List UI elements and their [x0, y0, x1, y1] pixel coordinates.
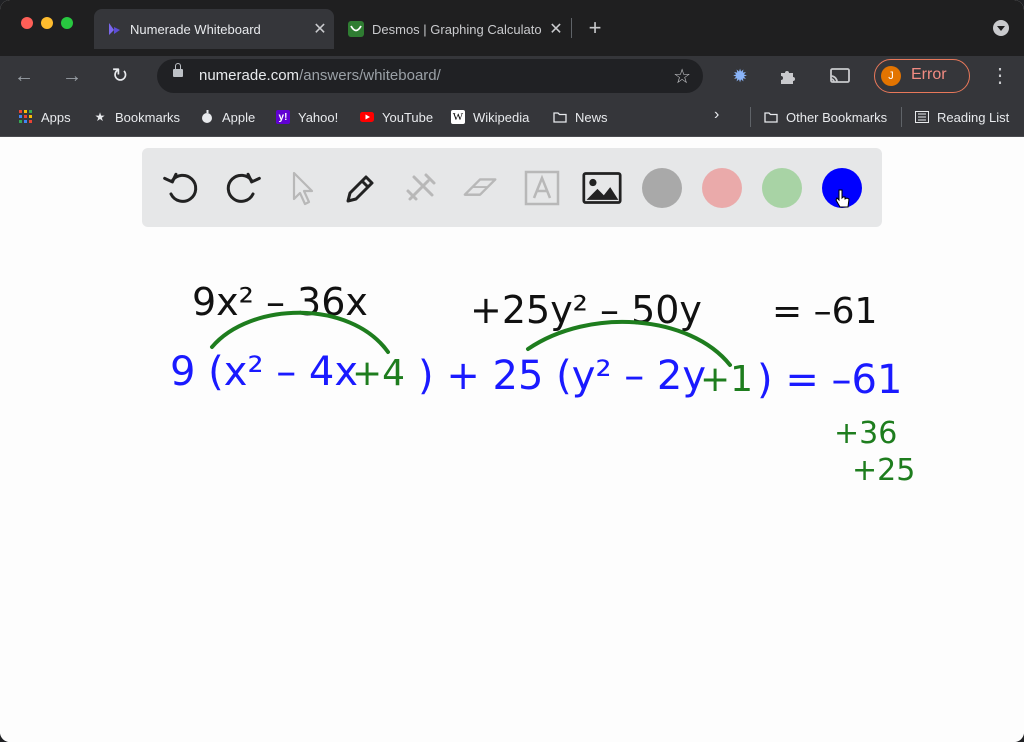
divider	[750, 107, 751, 127]
pointer-tool-button[interactable]	[282, 168, 322, 208]
reading-list-button[interactable]: Reading List	[915, 108, 1009, 126]
pointer-icon	[292, 171, 314, 206]
bookmark-yahoo[interactable]: y! Yahoo!	[276, 108, 338, 126]
tab-divider	[571, 18, 572, 38]
bookmark-star-icon[interactable]: ☆	[673, 64, 691, 89]
image-icon	[582, 172, 622, 204]
bookmark-youtube[interactable]: YouTube	[360, 108, 433, 126]
lock-icon	[173, 63, 183, 77]
cast-icon[interactable]	[826, 62, 854, 90]
extension-icon[interactable]: ✹	[726, 62, 754, 90]
bookmark-news[interactable]: News	[553, 108, 608, 126]
ink-blue-expression-a: 9 (x² – 4x	[170, 349, 358, 395]
tab-numerade-whiteboard[interactable]: Numerade Whiteboard ✕	[94, 9, 334, 49]
avatar: J	[881, 66, 901, 86]
chevron-right-icon[interactable]: ›	[714, 106, 719, 124]
whiteboard-page: 9x² – 36x +25y² – 50y = –61 9 (x² – 4x +…	[0, 137, 1024, 742]
image-tool-button[interactable]	[582, 168, 622, 208]
color-swatch-pink[interactable]	[702, 168, 742, 208]
tab-title: Numerade Whiteboard	[130, 21, 261, 37]
new-tab-button[interactable]: +	[584, 14, 606, 42]
redo-button[interactable]	[222, 168, 262, 208]
folder-icon	[553, 110, 567, 124]
browser-toolbar: ← → ↻ numerade.com/answers/whiteboard/ ☆…	[0, 56, 1024, 96]
youtube-icon	[360, 110, 374, 124]
tab-search-button[interactable]	[993, 20, 1009, 36]
wikipedia-icon: W	[451, 110, 465, 124]
numerade-logo-icon	[109, 23, 120, 35]
back-button[interactable]: ←	[8, 60, 40, 92]
ink-black-expression-right: = –61	[772, 291, 877, 332]
tools-icon	[406, 173, 436, 201]
folder-icon	[764, 110, 778, 124]
text-icon	[524, 170, 560, 206]
bookmark-apps[interactable]: Apps	[19, 108, 71, 126]
text-tool-button[interactable]	[522, 168, 562, 208]
undo-icon	[163, 172, 198, 203]
profile-status: Error	[911, 66, 947, 83]
url-text: numerade.com/answers/whiteboard/	[199, 67, 441, 84]
apps-grid-icon	[19, 110, 33, 124]
bookmark-other-bookmarks[interactable]: Other Bookmarks	[764, 108, 887, 126]
pen-icon	[346, 175, 374, 203]
pen-tool-button[interactable]	[341, 168, 381, 208]
tab-desmos[interactable]: Desmos | Graphing Calculato ✕	[334, 9, 570, 49]
maximize-window-button[interactable]	[61, 17, 73, 29]
bookmark-label: Wikipedia	[473, 109, 530, 125]
close-window-button[interactable]	[21, 17, 33, 29]
bookmark-apple[interactable]: Apple	[200, 108, 255, 126]
bookmark-label: Other Bookmarks	[786, 109, 888, 125]
ink-green-note-plus-25: +25	[852, 453, 915, 488]
redo-icon	[226, 172, 261, 203]
bookmark-label: YouTube	[382, 109, 434, 125]
eraser-tool-button[interactable]	[461, 168, 501, 208]
extensions-puzzle-icon[interactable]	[774, 62, 802, 90]
forward-button[interactable]: →	[56, 60, 88, 92]
color-swatch-green[interactable]	[762, 168, 802, 208]
desmos-logo-icon	[348, 21, 364, 37]
close-tab-icon[interactable]: ✕	[306, 19, 334, 39]
ink-blue-expression-e: ) = –61	[757, 357, 902, 403]
reading-list-icon	[915, 110, 929, 124]
bookmark-wikipedia[interactable]: W Wikipedia	[451, 108, 529, 126]
star-icon: ★	[94, 110, 106, 124]
bookmark-label: Bookmarks	[115, 109, 181, 125]
ink-green-plus-1: +1	[700, 359, 753, 400]
browser-window: Numerade Whiteboard ✕ Desmos | Graphing …	[0, 0, 1024, 742]
ink-green-plus-4: +4	[352, 353, 405, 394]
ink-blue-expression-c: ) + 25 (y² – 2y	[418, 353, 706, 399]
minimize-window-button[interactable]	[41, 17, 53, 29]
eraser-icon	[463, 178, 497, 196]
address-bar[interactable]: numerade.com/answers/whiteboard/ ☆	[157, 59, 703, 93]
bookmark-label: News	[575, 109, 608, 125]
bookmarks-bar: Apps ★ Bookmarks Apple y! Yahoo! YouTube…	[0, 96, 1024, 137]
whiteboard-toolbar	[142, 148, 882, 227]
tab-strip: Numerade Whiteboard ✕ Desmos | Graphing …	[0, 0, 1024, 56]
yahoo-icon: y!	[276, 110, 290, 124]
bookmark-bookmarks[interactable]: ★ Bookmarks	[93, 108, 180, 126]
color-swatch-gray[interactable]	[642, 168, 682, 208]
ink-green-note-plus-36: +36	[834, 416, 897, 451]
more-menu-icon[interactable]: ⋮	[990, 64, 1010, 88]
bookmark-label: Apps	[41, 109, 71, 125]
divider	[901, 107, 902, 127]
reload-button[interactable]: ↻	[104, 60, 136, 92]
bookmark-label: Yahoo!	[298, 109, 339, 125]
close-tab-icon[interactable]: ✕	[542, 19, 570, 39]
hand-cursor-icon	[835, 189, 850, 208]
bookmark-label: Apple	[222, 109, 256, 125]
tab-title: Desmos | Graphing Calculato	[372, 21, 542, 37]
profile-button[interactable]: J Error	[874, 59, 970, 93]
apple-icon	[200, 110, 214, 124]
tools-button[interactable]	[401, 168, 441, 208]
undo-button[interactable]	[162, 168, 202, 208]
bookmark-label: Reading List	[937, 109, 1010, 125]
whiteboard-canvas[interactable]: 9x² – 36x +25y² – 50y = –61 9 (x² – 4x +…	[0, 137, 1024, 742]
